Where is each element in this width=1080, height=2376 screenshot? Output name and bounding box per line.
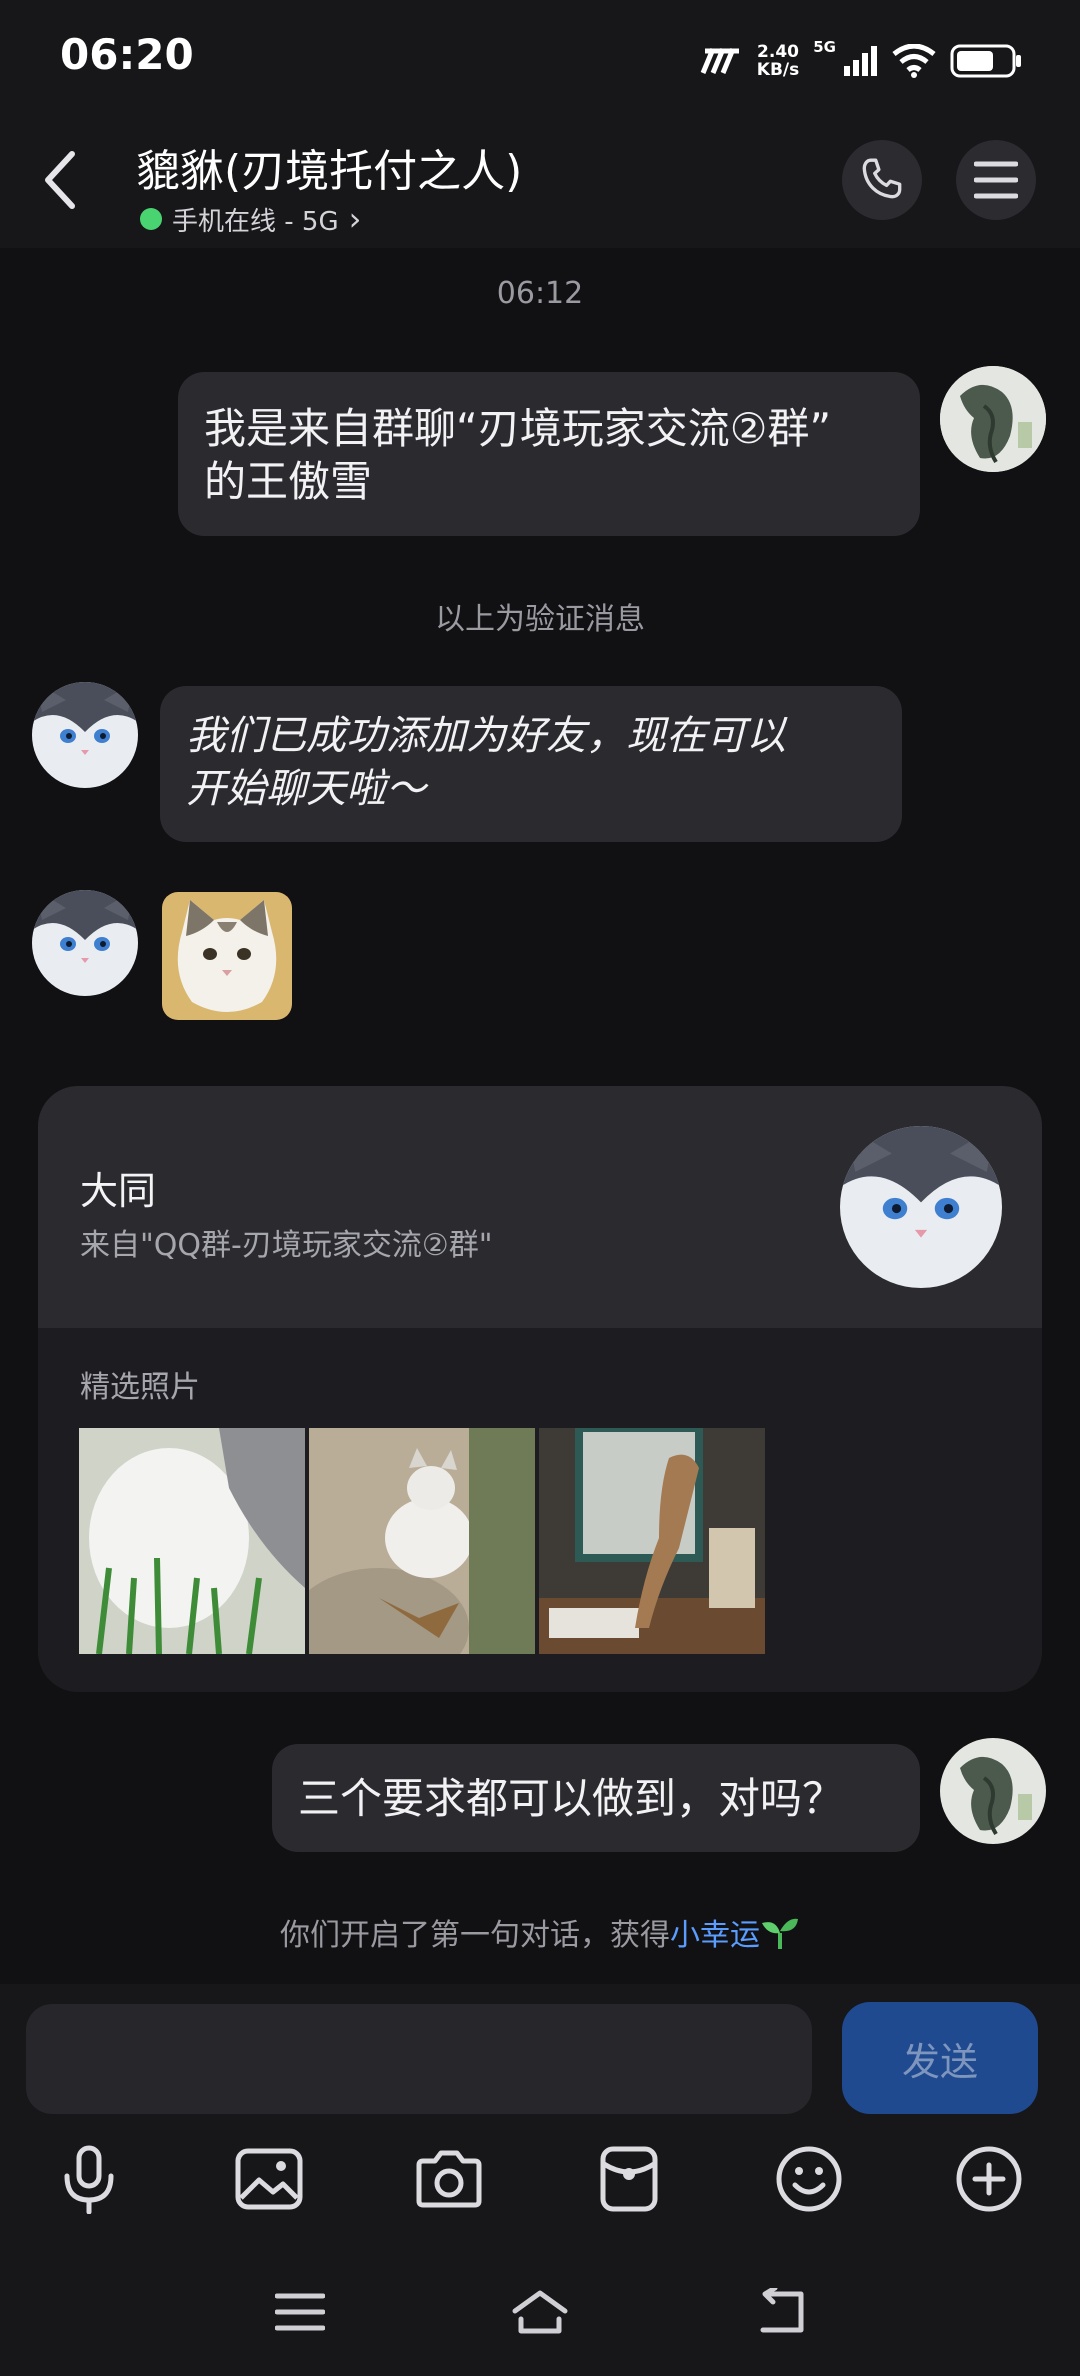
photo-cat-window xyxy=(539,1428,765,1654)
card-contact-name: 大同 xyxy=(80,1169,157,1213)
return-icon xyxy=(760,2288,804,2333)
home-icon xyxy=(512,2290,568,2334)
menu-button[interactable] xyxy=(956,140,1036,220)
net-speed-unit: KB/s xyxy=(756,60,800,80)
hamburger-menu-icon xyxy=(974,161,1018,199)
cat-sticker-image[interactable] xyxy=(162,892,292,1020)
card-source: 来自"QQ群-刃境玩家交流②群" xyxy=(80,1228,493,1263)
camera-icon xyxy=(416,2150,482,2208)
my-avatar[interactable] xyxy=(940,366,1046,472)
featured-photo[interactable] xyxy=(539,1428,765,1654)
signal-icon xyxy=(844,46,877,76)
my-avatar-image xyxy=(940,1738,1046,1844)
chevron-right-icon: › xyxy=(348,200,362,238)
message-timestamp: 06:12 xyxy=(496,276,584,311)
message-text: 三个要求都可以做到，对吗？ xyxy=(298,1774,845,1823)
system-back-button[interactable] xyxy=(740,2272,820,2352)
image-icon xyxy=(235,2148,303,2210)
featured-photo[interactable] xyxy=(79,1428,305,1654)
net-speed-value: 2.40 xyxy=(757,42,799,62)
gallery-button[interactable] xyxy=(224,2134,314,2224)
system-note-text: 你们开启了第一句对话，获得 xyxy=(280,1918,670,1953)
plus-icon xyxy=(956,2146,1022,2212)
emoji-icon xyxy=(776,2146,842,2212)
menu-lines-icon xyxy=(275,2293,325,2331)
emoji-button[interactable] xyxy=(764,2134,854,2224)
featured-photos-label: 精选照片 xyxy=(80,1370,200,1405)
outgoing-message-bubble[interactable]: 三个要求都可以做到，对吗？ xyxy=(272,1744,920,1852)
voice-button[interactable] xyxy=(44,2134,134,2224)
call-button[interactable] xyxy=(842,140,922,220)
online-status-text: 手机在线 - 5G xyxy=(172,206,339,237)
status-icons: 2.40 KB/s 5G xyxy=(699,36,1022,86)
card-avatar xyxy=(840,1126,1002,1288)
cat-avatar-image xyxy=(32,890,138,996)
verification-note: 以上为验证消息 xyxy=(435,602,645,637)
message-input[interactable] xyxy=(26,2004,812,2114)
phone-icon xyxy=(862,158,902,199)
contact-name[interactable]: 貔貅(刃境托付之人) xyxy=(136,135,522,199)
recent-apps-button[interactable] xyxy=(260,2272,340,2352)
cat-avatar-image xyxy=(840,1126,1002,1288)
message-text-line: 开始聊天啦～ xyxy=(186,766,426,812)
featured-photo[interactable] xyxy=(309,1428,535,1654)
contact-avatar[interactable] xyxy=(32,682,138,788)
cat-avatar-image xyxy=(32,682,138,788)
message-text-line: 我是来自群聊“刃境玩家交流②群” xyxy=(204,404,832,453)
back-arrow-icon xyxy=(45,151,75,209)
my-avatar-image xyxy=(940,366,1046,472)
online-dot-icon xyxy=(140,208,162,230)
photo-cat-rocks xyxy=(309,1428,535,1654)
network-type: 5G xyxy=(813,38,836,56)
red-packet-icon xyxy=(600,2146,658,2212)
sprout-icon xyxy=(762,1918,798,1949)
cat-sticker-graphic xyxy=(162,892,292,1020)
message-text-line: 的王傲雪 xyxy=(204,457,373,506)
online-status[interactable]: 手机在线 - 5G › xyxy=(140,200,361,238)
shared-contact-card[interactable]: 大同 来自"QQ群-刃境玩家交流②群" 精选照片 xyxy=(38,1086,1042,1692)
wifi-icon xyxy=(892,44,936,78)
carrier-logo-icon xyxy=(700,48,739,74)
battery-icon xyxy=(950,44,1021,78)
incoming-message-bubble[interactable]: 我们已成功添加为好友，现在可以 开始聊天啦～ xyxy=(160,686,902,842)
first-chat-system-note: 你们开启了第一句对话，获得小幸运 xyxy=(0,1910,1080,1954)
home-button[interactable] xyxy=(500,2272,580,2352)
net-speed: 2.40 KB/s xyxy=(757,43,799,79)
back-button[interactable] xyxy=(30,140,90,220)
status-time: 06:20 xyxy=(60,30,194,79)
photo-cat-grass xyxy=(79,1428,305,1654)
camera-button[interactable] xyxy=(404,2134,494,2224)
send-button[interactable]: 发送 xyxy=(842,2002,1038,2114)
red-packet-button[interactable] xyxy=(584,2134,674,2224)
my-avatar[interactable] xyxy=(940,1738,1046,1844)
more-button[interactable] xyxy=(944,2134,1034,2224)
mic-icon xyxy=(64,2145,114,2214)
lucky-link[interactable]: 小幸运 xyxy=(670,1918,760,1953)
message-text-line: 我们已成功添加为好友，现在可以 xyxy=(186,713,786,759)
contact-avatar[interactable] xyxy=(32,890,138,996)
outgoing-message-bubble[interactable]: 我是来自群聊“刃境玩家交流②群” 的王傲雪 xyxy=(178,372,920,536)
